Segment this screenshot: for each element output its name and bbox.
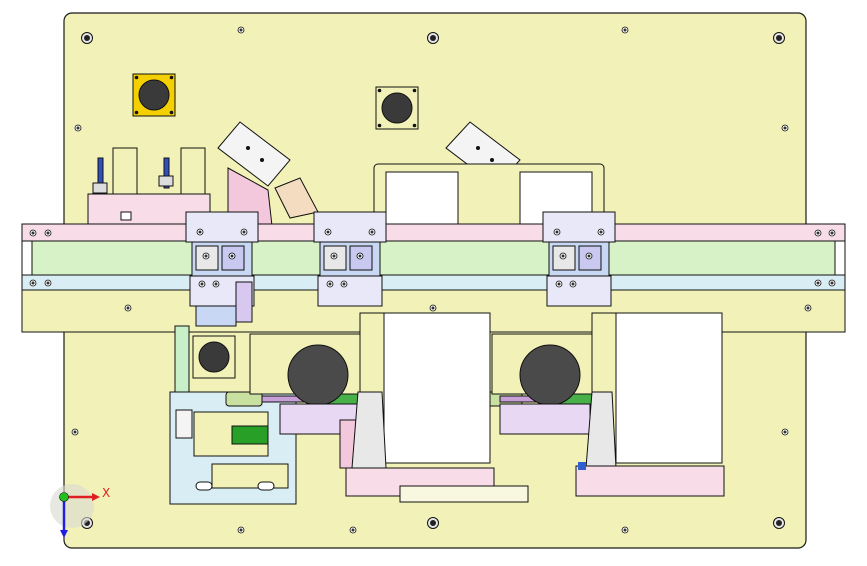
- carriage-3: [542, 211, 616, 307]
- cad-viewport[interactable]: X: [0, 0, 867, 562]
- assembly-drawing: X: [21, 12, 846, 549]
- lower-left-fixture: [169, 391, 297, 505]
- x-axis-label: X: [102, 486, 110, 500]
- yellow-mount: [132, 73, 176, 117]
- carriage-1: [185, 211, 259, 327]
- enclosure-right: [575, 312, 725, 497]
- lower-motor-mount: [192, 335, 236, 379]
- roller-right: [491, 333, 603, 435]
- green-tube: [174, 325, 190, 393]
- top-motor-mount: [375, 86, 419, 130]
- carriage-2: [313, 211, 387, 307]
